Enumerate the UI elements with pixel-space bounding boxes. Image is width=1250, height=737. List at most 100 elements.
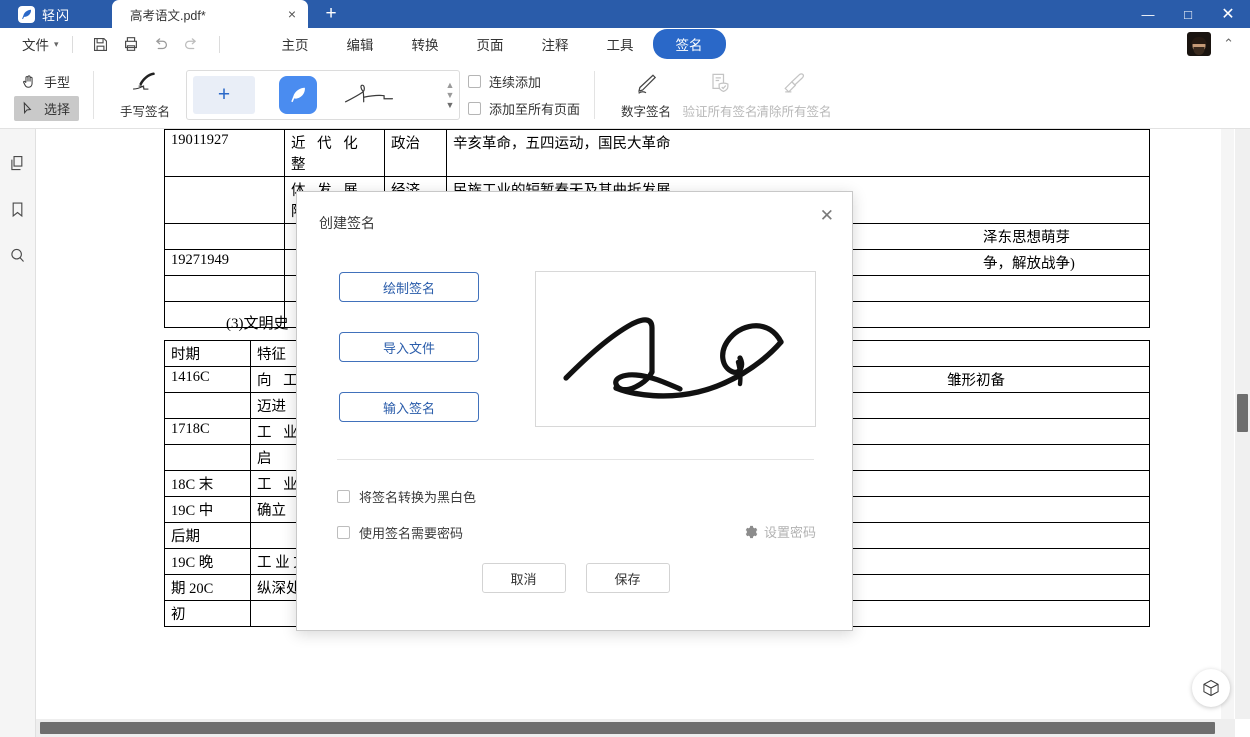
- cell-period: 19271949: [165, 250, 285, 276]
- ribbon-toolbar: 手型 选择 手写签名 +: [0, 61, 1250, 129]
- set-password-link[interactable]: 设置密码: [744, 522, 816, 541]
- clear-all-signatures-label: 清除所有签名: [757, 101, 832, 120]
- horizontal-scroll-thumb[interactable]: [40, 722, 1215, 734]
- bookmark-icon[interactable]: [6, 197, 30, 221]
- continuous-add-checkbox[interactable]: 连续添加: [468, 72, 580, 91]
- collapse-ribbon-icon[interactable]: ⌃: [1223, 36, 1234, 52]
- checkbox-box[interactable]: [337, 526, 350, 539]
- save-icon[interactable]: [86, 31, 116, 57]
- dialog-close-icon[interactable]: ✕: [820, 206, 834, 226]
- close-window-button[interactable]: ✕: [1208, 0, 1248, 28]
- dialog-divider: [337, 459, 814, 460]
- cell-period: 1416C: [165, 367, 251, 393]
- gallery-scroll-up-icon[interactable]: ▲: [446, 81, 455, 90]
- select-tool-button[interactable]: 选择: [14, 96, 79, 121]
- clear-all-signatures-button[interactable]: 清除所有签名: [757, 70, 831, 120]
- tab-home[interactable]: 主页: [263, 29, 328, 59]
- file-menu-button[interactable]: 文件 ▾: [22, 34, 59, 54]
- cell-feature: 近 代 化 整: [285, 130, 385, 177]
- print-icon[interactable]: [116, 31, 146, 57]
- gallery-slot-add[interactable]: +: [187, 70, 261, 120]
- tab-annotate[interactable]: 注释: [523, 29, 588, 59]
- signature-gallery[interactable]: + ▲ ▼ ▼: [186, 70, 460, 120]
- cell-period: 后期: [165, 523, 251, 549]
- ink-signature-thumb: [338, 78, 406, 112]
- minimize-button[interactable]: —: [1128, 0, 1168, 28]
- window-controls: — □ ✕: [1128, 0, 1250, 28]
- digital-signature-button[interactable]: 数字签名: [609, 70, 683, 120]
- avatar[interactable]: [1187, 32, 1211, 56]
- dialog-title: 创建签名: [319, 213, 375, 233]
- continuous-add-label: 连续添加: [489, 72, 541, 91]
- tab-tools[interactable]: 工具: [588, 29, 653, 59]
- type-signature-button[interactable]: 输入签名: [339, 392, 479, 422]
- pages-icon[interactable]: [6, 151, 30, 175]
- close-tab-icon[interactable]: ×: [288, 7, 296, 21]
- verify-all-signatures-button[interactable]: 验证所有签名: [683, 70, 757, 120]
- quill-icon: [128, 70, 162, 98]
- digital-signature-label: 数字签名: [621, 101, 671, 120]
- title-bar: 轻闪 高考语文.pdf* × + — □ ✕: [0, 0, 1250, 28]
- brand-tab[interactable]: 轻闪: [0, 0, 112, 28]
- cell-period: [165, 276, 285, 302]
- redo-icon[interactable]: [176, 31, 206, 57]
- create-signature-dialog: 创建签名 ✕ 绘制签名 导入文件 输入签名 将签名转换为黑白色 使用签名需要密码: [296, 191, 853, 631]
- verify-all-signatures-label: 验证所有签名: [683, 101, 758, 120]
- new-tab-button[interactable]: +: [308, 0, 354, 28]
- gallery-scroll-down-icon[interactable]: ▼: [446, 91, 455, 100]
- handwrite-signature-label: 手写签名: [120, 101, 170, 120]
- handwrite-signature-button[interactable]: 手写签名: [108, 70, 182, 120]
- convert-to-bw-checkbox[interactable]: 将签名转换为黑白色: [337, 487, 476, 506]
- tab-convert[interactable]: 转换: [393, 29, 458, 59]
- left-rail: [0, 129, 36, 737]
- section-title: (3)文明史: [226, 312, 289, 333]
- doc-shield-icon: [706, 70, 734, 98]
- add-all-pages-checkbox[interactable]: 添加至所有页面: [468, 99, 580, 118]
- save-button[interactable]: 保存: [586, 563, 670, 593]
- dialog-footer: 取消 保存: [297, 563, 854, 593]
- draw-signature-button[interactable]: 绘制签名: [339, 272, 479, 302]
- cell-period: [165, 224, 285, 250]
- hand-tool-button[interactable]: 手型: [14, 69, 79, 94]
- document-tab[interactable]: 高考语文.pdf* ×: [112, 0, 308, 28]
- tab-page[interactable]: 页面: [458, 29, 523, 59]
- gallery-slot-1[interactable]: [261, 70, 335, 120]
- cell-period: 19C 晚: [165, 549, 251, 575]
- checkbox-box[interactable]: [468, 102, 481, 115]
- signature-preview[interactable]: [535, 271, 816, 427]
- require-password-checkbox[interactable]: 使用签名需要密码: [337, 523, 463, 542]
- gallery-slot-2[interactable]: [335, 70, 409, 120]
- add-signature-button[interactable]: +: [193, 76, 255, 114]
- checkbox-box[interactable]: [337, 490, 350, 503]
- tab-edit[interactable]: 编辑: [328, 29, 393, 59]
- search-icon[interactable]: [6, 243, 30, 267]
- cancel-button[interactable]: 取消: [482, 563, 566, 593]
- vertical-scrollbar[interactable]: [1235, 129, 1250, 719]
- gallery-scroll-end-icon[interactable]: ▼: [446, 101, 455, 110]
- vertical-scroll-thumb[interactable]: [1237, 394, 1248, 432]
- cell-period: 期 20C: [165, 575, 251, 601]
- menu-divider-2: [219, 36, 220, 53]
- horizontal-scrollbar[interactable]: [36, 719, 1235, 737]
- mode-tool-group: 手型 选择: [14, 69, 79, 121]
- tab-signature[interactable]: 签名: [653, 29, 726, 59]
- cell-period: [165, 393, 251, 419]
- checkbox-box[interactable]: [468, 75, 481, 88]
- table-row: 19011927 近 代 化 整 政治 辛亥革命，五四运动，国民大革命: [165, 130, 1150, 177]
- blue-feather-signature-tile[interactable]: [279, 76, 317, 114]
- cube-icon[interactable]: [1192, 669, 1230, 707]
- gear-icon: [744, 525, 758, 539]
- add-all-pages-label: 添加至所有页面: [489, 99, 580, 118]
- maximize-button[interactable]: □: [1168, 0, 1208, 28]
- import-file-button[interactable]: 导入文件: [339, 332, 479, 362]
- gallery-scroll-controls[interactable]: ▲ ▼ ▼: [441, 71, 459, 121]
- ribbon-divider-2: [594, 71, 595, 119]
- convert-to-bw-label: 将签名转换为黑白色: [359, 487, 476, 506]
- cell-period: [165, 445, 251, 471]
- cell-aspect: 政治: [385, 130, 447, 177]
- hand-tool-label: 手型: [44, 72, 70, 91]
- require-password-label: 使用签名需要密码: [359, 523, 463, 542]
- undo-icon[interactable]: [146, 31, 176, 57]
- cell-period: [165, 177, 285, 224]
- brand-name: 轻闪: [42, 5, 70, 24]
